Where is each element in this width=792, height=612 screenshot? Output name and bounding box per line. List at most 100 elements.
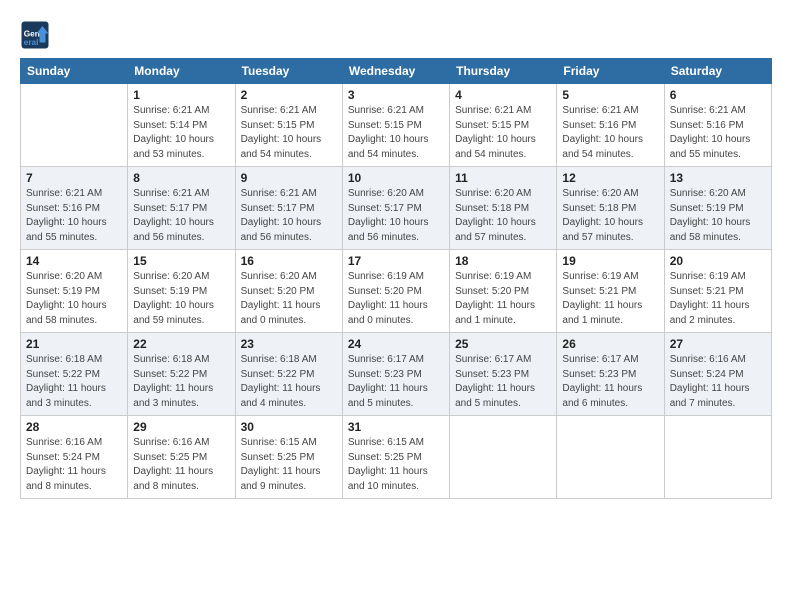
- day-info: Sunrise: 6:18 AMSunset: 5:22 PMDaylight:…: [133, 353, 229, 411]
- day-number: 2: [241, 88, 337, 102]
- day-info: Sunrise: 6:17 AMSunset: 5:23 PMDaylight:…: [455, 353, 551, 411]
- day-number: 3: [348, 88, 444, 102]
- day-info: Sunrise: 6:19 AMSunset: 5:20 PMDaylight:…: [348, 270, 444, 328]
- day-number: 15: [133, 254, 229, 268]
- calendar-cell: 20 Sunrise: 6:19 AMSunset: 5:21 PMDayligh…: [664, 250, 771, 333]
- column-header-saturday: Saturday: [664, 59, 771, 84]
- day-info: Sunrise: 6:19 AMSunset: 5:21 PMDaylight:…: [670, 270, 766, 328]
- calendar-week-3: 14 Sunrise: 6:20 AMSunset: 5:19 PMDayligh…: [21, 250, 772, 333]
- day-info: Sunrise: 6:19 AMSunset: 5:21 PMDaylight:…: [562, 270, 658, 328]
- logo: Gen eral: [20, 20, 52, 50]
- day-number: 9: [241, 171, 337, 185]
- column-header-monday: Monday: [128, 59, 235, 84]
- day-number: 11: [455, 171, 551, 185]
- day-info: Sunrise: 6:21 AMSunset: 5:16 PMDaylight:…: [26, 187, 122, 245]
- calendar-cell: 1Sunrise: 6:21 AMSunset: 5:14 PMDaylight…: [128, 84, 235, 167]
- calendar-cell: [450, 416, 557, 499]
- day-info: Sunrise: 6:16 AMSunset: 5:24 PMDaylight:…: [670, 353, 766, 411]
- calendar-cell: 23Sunrise: 6:18 AMSunset: 5:22 PMDayligh…: [235, 333, 342, 416]
- day-number: 31: [348, 420, 444, 434]
- calendar-cell: 12Sunrise: 6:20 AMSunset: 5:18 PMDayligh…: [557, 167, 664, 250]
- header: Gen eral: [20, 20, 772, 50]
- calendar-cell: [21, 84, 128, 167]
- calendar-cell: 7 Sunrise: 6:21 AMSunset: 5:16 PMDaylight…: [21, 167, 128, 250]
- day-info: Sunrise: 6:16 AMSunset: 5:24 PMDaylight:…: [26, 436, 122, 494]
- day-number: 30: [241, 420, 337, 434]
- calendar-cell: 14 Sunrise: 6:20 AMSunset: 5:19 PMDayligh…: [21, 250, 128, 333]
- day-number: 7: [26, 171, 122, 185]
- calendar: SundayMondayTuesdayWednesdayThursdayFrid…: [20, 58, 772, 499]
- day-number: 29: [133, 420, 229, 434]
- day-info: Sunrise: 6:21 AMSunset: 5:17 PMDaylight:…: [241, 187, 337, 245]
- day-info: Sunrise: 6:15 AMSunset: 5:25 PMDaylight:…: [241, 436, 337, 494]
- calendar-cell: 2 Sunrise: 6:21 AMSunset: 5:15 PMDaylight…: [235, 84, 342, 167]
- column-header-wednesday: Wednesday: [342, 59, 449, 84]
- day-number: 28: [26, 420, 122, 434]
- calendar-week-5: 28 Sunrise: 6:16 AMSunset: 5:24 PMDayligh…: [21, 416, 772, 499]
- calendar-cell: 24 Sunrise: 6:17 AMSunset: 5:23 PMDayligh…: [342, 333, 449, 416]
- calendar-cell: 16Sunrise: 6:20 AMSunset: 5:20 PMDayligh…: [235, 250, 342, 333]
- day-number: 22: [133, 337, 229, 351]
- day-info: Sunrise: 6:21 AMSunset: 5:16 PMDaylight:…: [562, 104, 658, 162]
- day-number: 19: [562, 254, 658, 268]
- calendar-cell: 11Sunrise: 6:20 AMSunset: 5:18 PMDayligh…: [450, 167, 557, 250]
- day-number: 18: [455, 254, 551, 268]
- day-number: 12: [562, 171, 658, 185]
- day-info: Sunrise: 6:18 AMSunset: 5:22 PMDaylight:…: [241, 353, 337, 411]
- day-number: 21: [26, 337, 122, 351]
- day-info: Sunrise: 6:17 AMSunset: 5:23 PMDaylight:…: [348, 353, 444, 411]
- column-header-thursday: Thursday: [450, 59, 557, 84]
- day-info: Sunrise: 6:21 AMSunset: 5:14 PMDaylight:…: [133, 104, 229, 162]
- calendar-cell: 21 Sunrise: 6:18 AMSunset: 5:22 PMDayligh…: [21, 333, 128, 416]
- day-info: Sunrise: 6:20 AMSunset: 5:19 PMDaylight:…: [133, 270, 229, 328]
- day-number: 5: [562, 88, 658, 102]
- calendar-cell: 27Sunrise: 6:16 AMSunset: 5:24 PMDayligh…: [664, 333, 771, 416]
- column-header-tuesday: Tuesday: [235, 59, 342, 84]
- calendar-cell: 22 Sunrise: 6:18 AMSunset: 5:22 PMDayligh…: [128, 333, 235, 416]
- calendar-cell: 31 Sunrise: 6:15 AMSunset: 5:25 PMDayligh…: [342, 416, 449, 499]
- calendar-cell: 17 Sunrise: 6:19 AMSunset: 5:20 PMDayligh…: [342, 250, 449, 333]
- day-info: Sunrise: 6:20 AMSunset: 5:19 PMDaylight:…: [26, 270, 122, 328]
- day-number: 10: [348, 171, 444, 185]
- day-info: Sunrise: 6:18 AMSunset: 5:22 PMDaylight:…: [26, 353, 122, 411]
- day-number: 6: [670, 88, 766, 102]
- day-number: 4: [455, 88, 551, 102]
- day-number: 8: [133, 171, 229, 185]
- calendar-cell: [557, 416, 664, 499]
- day-info: Sunrise: 6:21 AMSunset: 5:15 PMDaylight:…: [455, 104, 551, 162]
- svg-text:eral: eral: [24, 38, 39, 47]
- calendar-cell: 26Sunrise: 6:17 AMSunset: 5:23 PMDayligh…: [557, 333, 664, 416]
- day-number: 24: [348, 337, 444, 351]
- calendar-cell: 8Sunrise: 6:21 AMSunset: 5:17 PMDaylight…: [128, 167, 235, 250]
- day-info: Sunrise: 6:20 AMSunset: 5:19 PMDaylight:…: [670, 187, 766, 245]
- day-number: 14: [26, 254, 122, 268]
- calendar-week-4: 21 Sunrise: 6:18 AMSunset: 5:22 PMDayligh…: [21, 333, 772, 416]
- day-info: Sunrise: 6:21 AMSunset: 5:16 PMDaylight:…: [670, 104, 766, 162]
- day-info: Sunrise: 6:15 AMSunset: 5:25 PMDaylight:…: [348, 436, 444, 494]
- calendar-cell: 13 Sunrise: 6:20 AMSunset: 5:19 PMDayligh…: [664, 167, 771, 250]
- calendar-cell: [664, 416, 771, 499]
- day-number: 20: [670, 254, 766, 268]
- day-number: 13: [670, 171, 766, 185]
- day-info: Sunrise: 6:20 AMSunset: 5:20 PMDaylight:…: [241, 270, 337, 328]
- calendar-cell: 6 Sunrise: 6:21 AMSunset: 5:16 PMDaylight…: [664, 84, 771, 167]
- calendar-cell: 4 Sunrise: 6:21 AMSunset: 5:15 PMDaylight…: [450, 84, 557, 167]
- calendar-cell: 18 Sunrise: 6:19 AMSunset: 5:20 PMDayligh…: [450, 250, 557, 333]
- calendar-week-2: 7 Sunrise: 6:21 AMSunset: 5:16 PMDaylight…: [21, 167, 772, 250]
- calendar-cell: 5 Sunrise: 6:21 AMSunset: 5:16 PMDaylight…: [557, 84, 664, 167]
- day-info: Sunrise: 6:21 AMSunset: 5:15 PMDaylight:…: [241, 104, 337, 162]
- day-number: 26: [562, 337, 658, 351]
- day-number: 17: [348, 254, 444, 268]
- day-info: Sunrise: 6:16 AMSunset: 5:25 PMDaylight:…: [133, 436, 229, 494]
- column-header-sunday: Sunday: [21, 59, 128, 84]
- day-info: Sunrise: 6:20 AMSunset: 5:17 PMDaylight:…: [348, 187, 444, 245]
- calendar-cell: 29 Sunrise: 6:16 AMSunset: 5:25 PMDayligh…: [128, 416, 235, 499]
- day-number: 25: [455, 337, 551, 351]
- day-info: Sunrise: 6:19 AMSunset: 5:20 PMDaylight:…: [455, 270, 551, 328]
- column-header-friday: Friday: [557, 59, 664, 84]
- calendar-cell: 15 Sunrise: 6:20 AMSunset: 5:19 PMDayligh…: [128, 250, 235, 333]
- calendar-week-1: 1Sunrise: 6:21 AMSunset: 5:14 PMDaylight…: [21, 84, 772, 167]
- calendar-cell: 10 Sunrise: 6:20 AMSunset: 5:17 PMDayligh…: [342, 167, 449, 250]
- calendar-cell: 25 Sunrise: 6:17 AMSunset: 5:23 PMDayligh…: [450, 333, 557, 416]
- calendar-header-row: SundayMondayTuesdayWednesdayThursdayFrid…: [21, 59, 772, 84]
